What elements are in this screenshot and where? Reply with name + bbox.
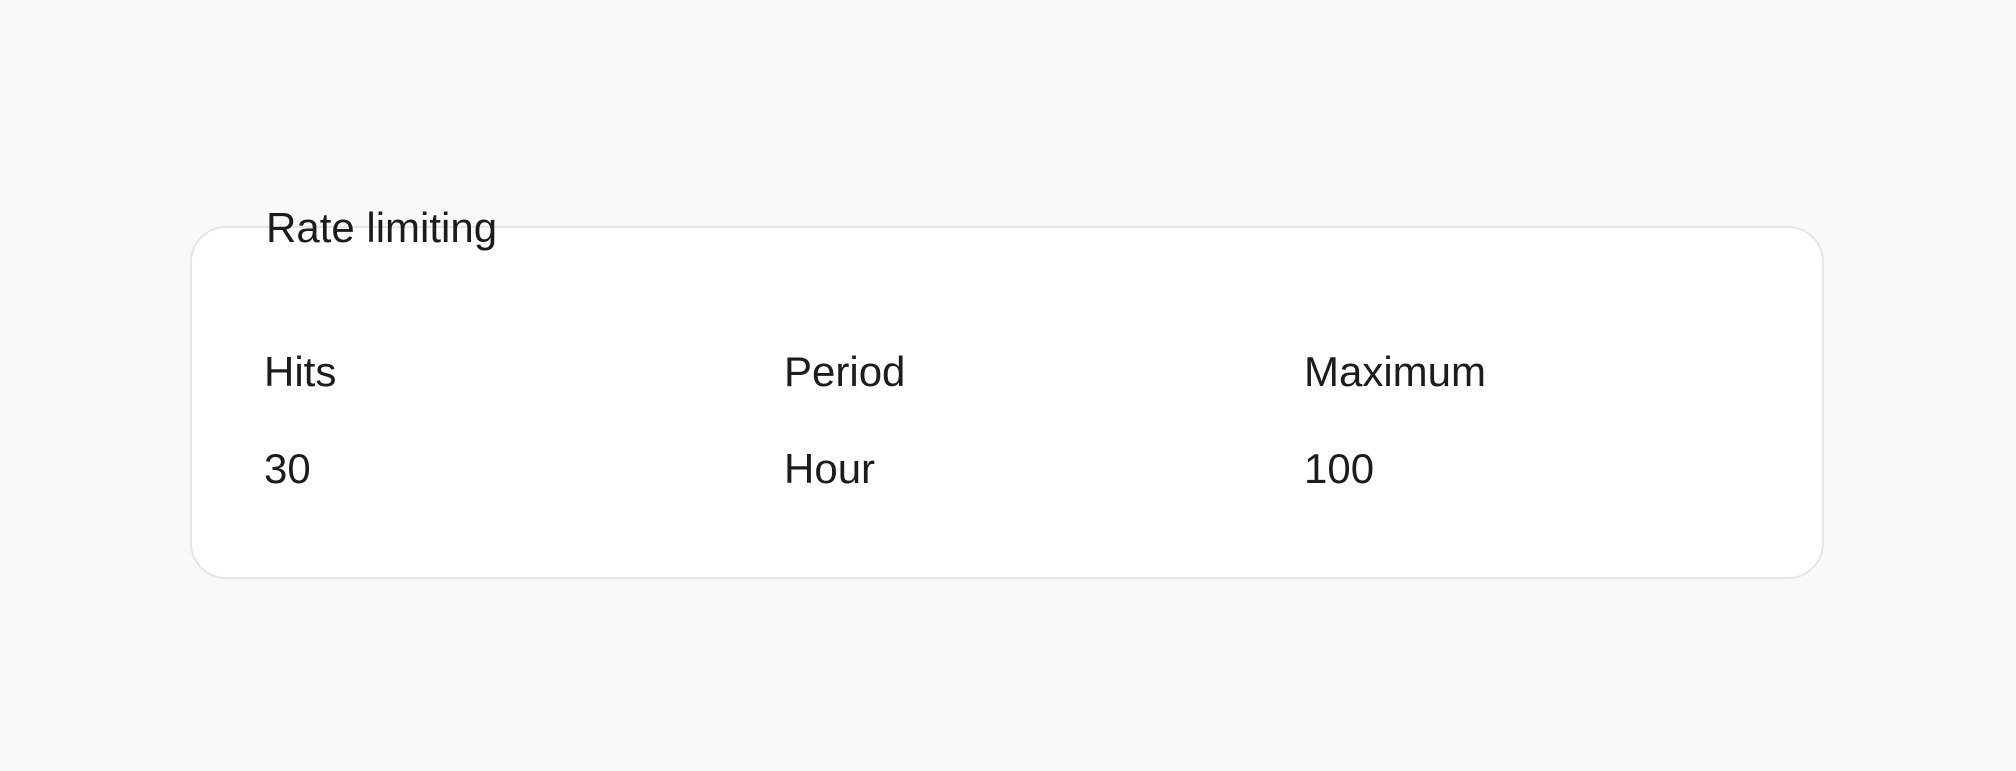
field-period-label: Period [784,348,906,395]
field-hits-label: Hits [264,348,337,395]
field-maximum-label: Maximum [1304,348,1487,395]
field-hits: Hits 30 [264,346,744,495]
field-maximum: Maximum 100 [1304,346,1784,495]
field-period-value: Hour [784,445,876,492]
field-hits-value: 30 [264,445,311,492]
field-period: Period Hour [784,346,1264,495]
section-title: Rate limiting [266,204,498,251]
field-maximum-value: 100 [1304,445,1375,492]
